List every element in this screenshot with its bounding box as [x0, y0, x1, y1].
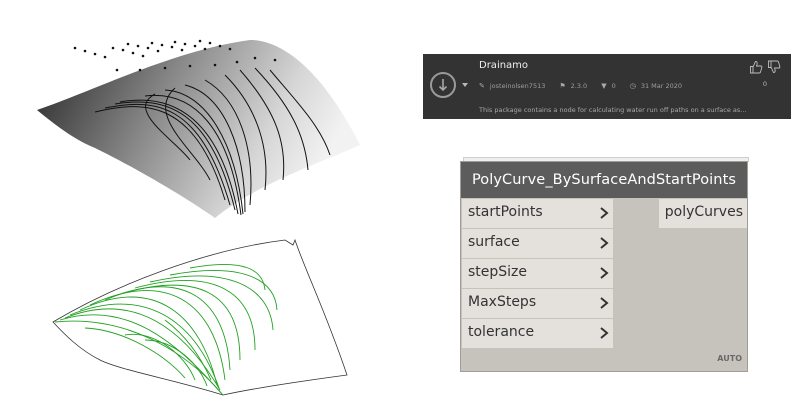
port-label: tolerance: [468, 324, 535, 340]
downloads-icon: ▼: [601, 82, 607, 90]
chevron-right-icon: [600, 207, 609, 219]
port-label: surface: [468, 234, 520, 250]
port-label: startPoints: [468, 204, 543, 220]
chevron-right-icon: [600, 327, 609, 339]
package-date: 31 Mar 2020: [640, 82, 683, 90]
input-port-startpoints[interactable]: startPoints: [462, 199, 613, 229]
thumbs-down-icon[interactable]: [767, 60, 781, 74]
output-port-polycurves[interactable]: polyCurves: [659, 199, 747, 228]
package-description: This package contains a node for calcula…: [479, 106, 747, 114]
chevron-right-icon: [600, 237, 609, 249]
clock-icon: ◷: [629, 82, 636, 90]
download-icon: [438, 79, 448, 92]
input-ports: startPoints surface stepSize MaxSteps to…: [462, 199, 613, 349]
package-name: Drainamo: [479, 60, 529, 71]
input-port-surface[interactable]: surface: [462, 229, 613, 259]
shaded-surface-illustration: [37, 39, 360, 218]
vote-count: 0: [762, 80, 767, 88]
package-version: 2.3.0: [570, 82, 588, 90]
dynamo-node[interactable]: PolyCurve_BySurfaceAndStartPoints startP…: [460, 161, 748, 372]
lacing-indicator[interactable]: AUTO: [717, 354, 742, 363]
input-port-stepsize[interactable]: stepSize: [462, 259, 613, 289]
flag-icon: ⚑: [559, 82, 566, 90]
port-label: MaxSteps: [468, 294, 537, 310]
port-label: stepSize: [468, 264, 528, 280]
wireframe-surface-illustration: [52, 238, 348, 396]
node-title[interactable]: PolyCurve_BySurfaceAndStartPoints: [461, 162, 747, 198]
chevron-right-icon: [600, 267, 609, 279]
input-port-maxsteps[interactable]: MaxSteps: [462, 289, 613, 319]
port-label: polyCurves: [664, 204, 743, 220]
input-port-tolerance[interactable]: tolerance: [462, 319, 613, 349]
version-dropdown-caret[interactable]: [462, 83, 468, 87]
package-card[interactable]: Drainamo ✎ josteinolsen7513 ⚑ 2.3.0 ▼ 0 ◷ 31…: [423, 54, 791, 119]
thumbs-up-icon[interactable]: [749, 60, 763, 74]
package-meta: ✎ josteinolsen7513 ⚑ 2.3.0 ▼ 0 ◷ 31 Mar 2020: [479, 82, 696, 90]
chevron-right-icon: [600, 297, 609, 309]
package-downloads: 0: [611, 82, 616, 90]
download-button[interactable]: [430, 72, 456, 98]
package-author: josteinolsen7513: [489, 82, 546, 90]
pencil-icon: ✎: [479, 82, 485, 90]
